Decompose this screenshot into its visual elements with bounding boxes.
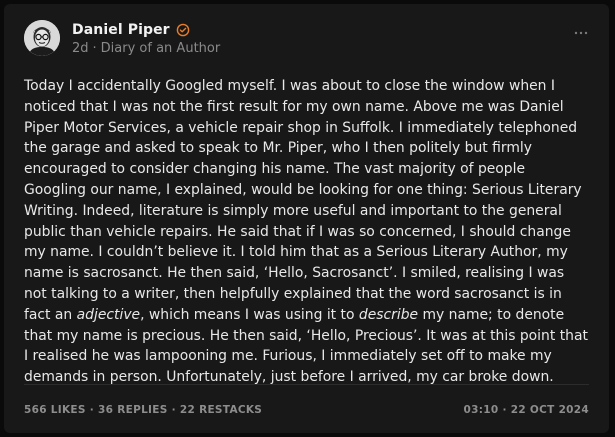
meta-separator: ·	[92, 41, 97, 56]
note-card: Daniel Piper 2d · Diary of an Author Tod…	[4, 4, 609, 433]
author-name[interactable]: Daniel Piper	[72, 22, 170, 38]
verified-badge-icon	[176, 23, 190, 37]
engagement-stats: 566 LIKES · 36 REPLIES · 22 RESTACKS	[24, 404, 262, 416]
author-row: Daniel Piper	[72, 20, 190, 40]
note-body: Today I accidentally Googled myself. I w…	[24, 76, 590, 388]
body-emphasis-2: describe	[358, 306, 419, 323]
restacks-count[interactable]: 22 RESTACKS	[180, 404, 262, 416]
note-footer: 566 LIKES · 36 REPLIES · 22 RESTACKS 03:…	[24, 404, 589, 418]
stats-separator: ·	[89, 404, 95, 416]
post-meta: 2d · Diary of an Author	[72, 41, 220, 56]
avatar[interactable]	[24, 20, 60, 56]
post-time: 03:10	[463, 404, 499, 416]
replies-count[interactable]: 36 REPLIES	[98, 404, 168, 416]
note-header: Daniel Piper 2d · Diary of an Author	[24, 20, 589, 64]
more-horizontal-icon[interactable]	[573, 26, 589, 40]
post-age: 2d	[72, 41, 89, 56]
body-emphasis-1: adjective	[76, 306, 141, 323]
likes-count[interactable]: 566 LIKES	[24, 404, 86, 416]
body-part-1: Today I accidentally Googled myself. I w…	[24, 78, 582, 323]
body-part-2: , which means I was using it to	[140, 306, 359, 323]
post-date: 22 OCT 2024	[510, 404, 589, 416]
post-timestamp: 03:10 · 22 OCT 2024	[464, 404, 589, 416]
footer-divider	[24, 384, 589, 385]
stats-separator: ·	[171, 404, 176, 416]
timestamp-separator: ·	[502, 404, 507, 416]
avatar-image	[24, 20, 60, 56]
publication-name[interactable]: Diary of an Author	[101, 41, 221, 56]
